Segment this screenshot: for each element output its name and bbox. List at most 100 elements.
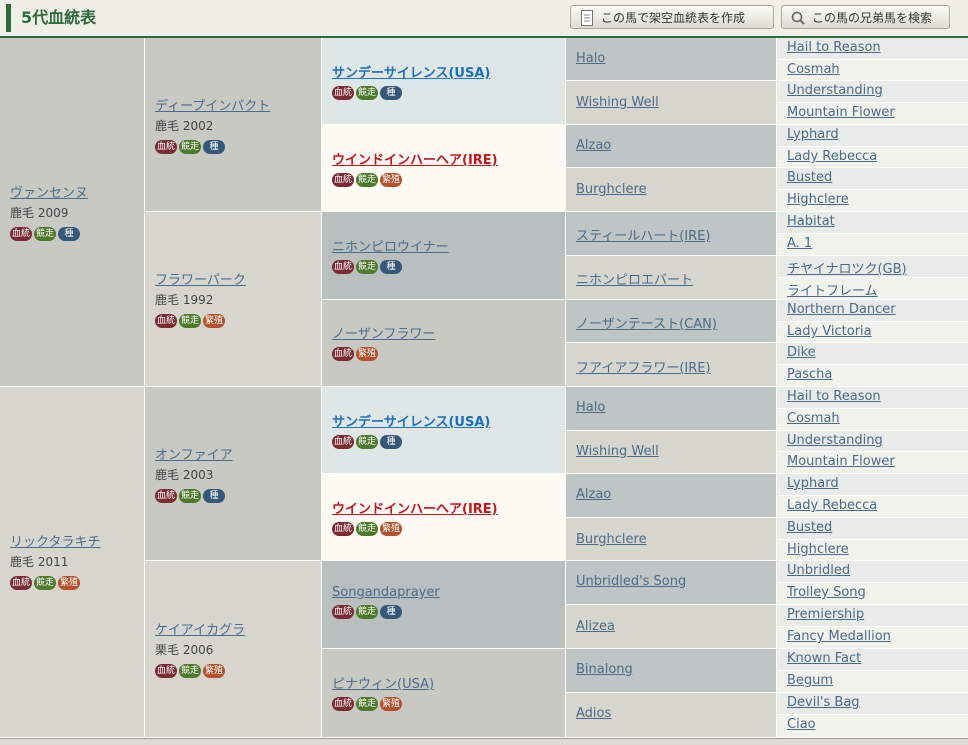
horse-link[interactable]: Known Fact (787, 651, 861, 666)
blood-badge[interactable]: 血統 (332, 435, 354, 449)
horse-link[interactable]: Ciao (787, 717, 816, 732)
breed-badge[interactable]: 繁殖 (356, 347, 378, 361)
horse-link[interactable]: Alizea (576, 619, 615, 634)
horse-link[interactable]: Unbridled (787, 563, 850, 578)
stud-badge[interactable]: 種 (380, 435, 402, 449)
blood-badge[interactable]: 血統 (332, 347, 354, 361)
blood-badge[interactable]: 血統 (10, 227, 32, 241)
race-badge[interactable]: 競走 (179, 140, 201, 154)
horse-link[interactable]: サンデーサイレンス(USA) (332, 411, 490, 430)
horse-link[interactable]: ニホンピロエバート (576, 269, 693, 288)
create-fictional-pedigree-button[interactable]: この馬で架空血統表を作成 (570, 5, 774, 29)
horse-link[interactable]: ケイアイカグラ (155, 619, 245, 638)
horse-link[interactable]: Burghclere (576, 532, 647, 547)
horse-link[interactable]: Fancy Medallion (787, 629, 891, 644)
horse-link[interactable]: スティールハート(IRE) (576, 225, 710, 244)
stud-badge[interactable]: 種 (203, 489, 225, 503)
horse-link[interactable]: Songandaprayer (332, 585, 440, 600)
race-badge[interactable]: 競走 (356, 605, 378, 619)
stud-badge[interactable]: 種 (380, 605, 402, 619)
horse-link[interactable]: Halo (576, 51, 605, 66)
breed-badge[interactable]: 繁殖 (203, 314, 225, 328)
horse-link[interactable]: Begum (787, 673, 833, 688)
stud-badge[interactable]: 種 (58, 227, 80, 241)
horse-link[interactable]: Busted (787, 170, 832, 185)
race-badge[interactable]: 競走 (179, 664, 201, 678)
horse-link[interactable]: Trolley Song (787, 585, 866, 600)
horse-link[interactable]: Hail to Reason (787, 389, 881, 404)
horse-link[interactable]: Premiership (787, 607, 864, 622)
horse-link[interactable]: チヤイナロツク(GB) (787, 258, 907, 277)
horse-link[interactable]: ライトフレーム (787, 280, 878, 299)
blood-badge[interactable]: 血統 (155, 664, 177, 678)
horse-link[interactable]: ウインドインハーヘア(IRE) (332, 498, 498, 517)
blood-badge[interactable]: 血統 (332, 260, 354, 274)
horse-link[interactable]: Northern Dancer (787, 302, 896, 317)
blood-badge[interactable]: 血統 (10, 576, 32, 590)
blood-badge[interactable]: 血統 (332, 522, 354, 536)
horse-link[interactable]: Highclere (787, 192, 849, 207)
race-badge[interactable]: 競走 (356, 697, 378, 711)
breed-badge[interactable]: 繁殖 (380, 173, 402, 187)
horse-link[interactable]: Pascha (787, 367, 832, 382)
horse-link[interactable]: Lady Victoria (787, 324, 872, 339)
horse-link[interactable]: ピナウィン(USA) (332, 673, 434, 692)
race-badge[interactable]: 競走 (179, 489, 201, 503)
horse-link[interactable]: Habitat (787, 214, 835, 229)
horse-link[interactable]: フラワーパーク (155, 269, 246, 288)
horse-link[interactable]: Mountain Flower (787, 454, 895, 469)
race-badge[interactable]: 競走 (356, 260, 378, 274)
horse-link[interactable]: A. 1 (787, 236, 812, 251)
horse-link[interactable]: Wishing Well (576, 444, 659, 459)
horse-link[interactable]: Halo (576, 400, 605, 415)
horse-link[interactable]: ウインドインハーヘア(IRE) (332, 149, 498, 168)
horse-link[interactable]: Lady Rebecca (787, 498, 877, 513)
horse-link[interactable]: Devil's Bag (787, 695, 860, 710)
race-badge[interactable]: 競走 (356, 435, 378, 449)
horse-link[interactable]: オンファイア (155, 444, 233, 463)
blood-badge[interactable]: 血統 (155, 489, 177, 503)
blood-badge[interactable]: 血統 (332, 605, 354, 619)
horse-link[interactable]: Burghclere (576, 182, 647, 197)
horse-link[interactable]: Alzao (576, 487, 611, 502)
horse-link[interactable]: Binalong (576, 662, 633, 677)
horse-link[interactable]: ノーザンテースト(CAN) (576, 313, 717, 332)
race-badge[interactable]: 競走 (356, 86, 378, 100)
horse-link[interactable]: Adios (576, 706, 611, 721)
breed-badge[interactable]: 繁殖 (203, 664, 225, 678)
horse-link[interactable]: ヴァンセンヌ (10, 182, 88, 201)
blood-badge[interactable]: 血統 (332, 697, 354, 711)
search-siblings-button[interactable]: この馬の兄弟馬を検索 (781, 5, 950, 29)
stud-badge[interactable]: 種 (380, 86, 402, 100)
breed-badge[interactable]: 繁殖 (380, 697, 402, 711)
horse-link[interactable]: Unbridled's Song (576, 574, 686, 589)
horse-link[interactable]: Cosmah (787, 62, 840, 77)
stud-badge[interactable]: 種 (380, 260, 402, 274)
blood-badge[interactable]: 血統 (155, 314, 177, 328)
race-badge[interactable]: 競走 (34, 227, 56, 241)
race-badge[interactable]: 競走 (356, 173, 378, 187)
breed-badge[interactable]: 繁殖 (380, 522, 402, 536)
horse-link[interactable]: Understanding (787, 433, 883, 448)
horse-link[interactable]: Mountain Flower (787, 105, 895, 120)
horse-link[interactable]: Highclere (787, 542, 849, 557)
horse-link[interactable]: Understanding (787, 83, 883, 98)
horse-link[interactable]: サンデーサイレンス(USA) (332, 62, 490, 81)
blood-badge[interactable]: 血統 (332, 86, 354, 100)
horse-link[interactable]: Lyphard (787, 476, 839, 491)
race-badge[interactable]: 競走 (34, 576, 56, 590)
horse-link[interactable]: Hail to Reason (787, 40, 881, 55)
horse-link[interactable]: リックタラキチ (10, 531, 100, 550)
stud-badge[interactable]: 種 (203, 140, 225, 154)
blood-badge[interactable]: 血統 (332, 173, 354, 187)
blood-badge[interactable]: 血統 (155, 140, 177, 154)
horse-link[interactable]: Busted (787, 520, 832, 535)
horse-link[interactable]: ノーザンフラワー (332, 323, 435, 342)
horse-link[interactable]: Dike (787, 345, 816, 360)
breed-badge[interactable]: 繁殖 (58, 576, 80, 590)
race-badge[interactable]: 競走 (356, 522, 378, 536)
horse-link[interactable]: Lady Rebecca (787, 149, 877, 164)
horse-link[interactable]: Cosmah (787, 411, 840, 426)
race-badge[interactable]: 競走 (179, 314, 201, 328)
horse-link[interactable]: Alzao (576, 138, 611, 153)
